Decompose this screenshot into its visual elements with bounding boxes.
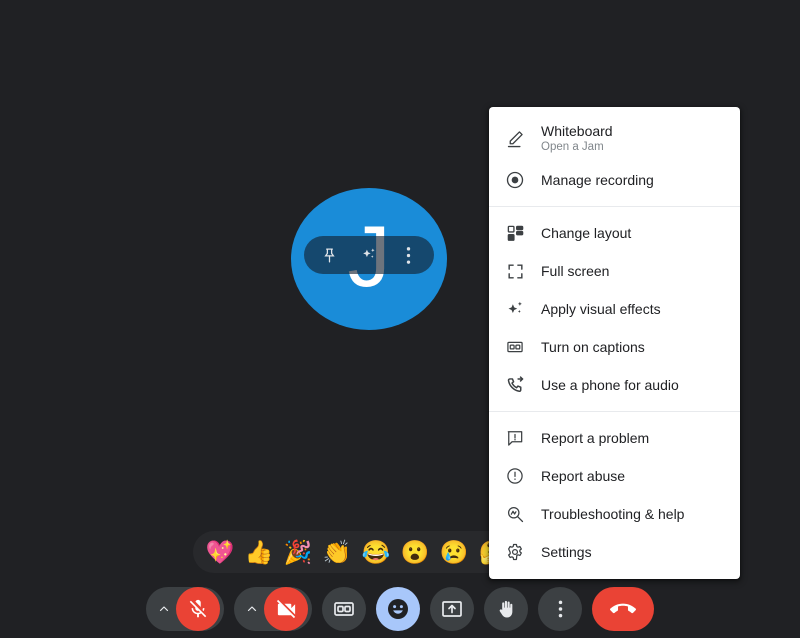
camera-control-group [234,587,312,631]
whiteboard-pencil-icon [503,126,527,150]
menu-item-apply-visual-effects[interactable]: Apply visual effects [489,290,740,328]
menu-divider [489,206,740,207]
menu-item-settings-text: Settings [541,543,592,561]
menu-item-report-abuse-text: Report abuse [541,467,625,485]
menu-item-label: Change layout [541,225,632,241]
menu-item-turn-on-captions[interactable]: Turn on captions [489,328,740,366]
menu-item-whiteboard-text: Whiteboard Open a Jam [541,122,613,155]
thumbs-up-emoji[interactable]: 👍 [242,535,276,569]
visual-effects-icon [503,297,527,321]
captions-icon [503,335,527,359]
record-icon [503,168,527,192]
camera-off-icon[interactable] [264,587,308,631]
tile-hover-controls [304,236,434,274]
change-layout-icon [503,221,527,245]
more-options-menu: Whiteboard Open a Jam Manage recording C… [489,107,740,579]
microphone-control-group [146,587,224,631]
menu-item-label: Use a phone for audio [541,377,679,393]
microphone-chevron-up-icon[interactable] [154,587,174,631]
menu-item-label: Troubleshooting & help [541,506,685,522]
full-screen-icon [503,259,527,283]
menu-item-use-phone-for-audio[interactable]: Use a phone for audio [489,366,740,404]
menu-item-use-phone-for-audio-text: Use a phone for audio [541,376,679,394]
menu-item-troubleshooting-and-help[interactable]: Troubleshooting & help [489,495,740,533]
face-with-tears-of-joy-emoji[interactable]: 😂 [359,535,393,569]
microphone-off-icon[interactable] [176,587,220,631]
raise-hand-icon[interactable] [484,587,528,631]
menu-item-label: Turn on captions [541,339,645,355]
phone-audio-icon [503,373,527,397]
more-options-icon[interactable] [538,587,582,631]
call-controls-bar [0,580,800,638]
emoji-reaction-bar: 💖 👍 🎉 👏 😂 😮 😢 🤔 [193,531,523,573]
participant-tile[interactable]: J [291,188,447,330]
menu-item-label: Apply visual effects [541,301,661,317]
menu-item-label: Whiteboard [541,122,613,139]
menu-item-change-layout[interactable]: Change layout [489,214,740,252]
menu-item-report-a-problem-text: Report a problem [541,429,649,447]
menu-item-sublabel: Open a Jam [541,140,604,153]
menu-item-settings[interactable]: Settings [489,533,740,571]
sparkling-heart-emoji[interactable]: 💖 [203,535,237,569]
menu-item-full-screen-text: Full screen [541,262,609,280]
more-vertical-icon[interactable] [391,238,425,272]
menu-item-report-abuse[interactable]: Report abuse [489,457,740,495]
menu-item-manage-recording[interactable]: Manage recording [489,161,740,199]
crying-face-emoji[interactable]: 😢 [437,535,471,569]
clapping-hands-emoji[interactable]: 👏 [320,535,354,569]
report-problem-icon [503,426,527,450]
meeting-screen: J [0,0,800,638]
visual-effects-icon[interactable] [352,238,386,272]
menu-item-manage-recording-text: Manage recording [541,171,654,189]
camera-chevron-up-icon[interactable] [242,587,262,631]
report-abuse-icon [503,464,527,488]
end-call-icon[interactable] [592,587,654,631]
menu-item-turn-on-captions-text: Turn on captions [541,338,645,356]
pin-icon[interactable] [313,238,347,272]
menu-item-apply-visual-effects-text: Apply visual effects [541,300,661,318]
menu-divider [489,411,740,412]
menu-item-label: Full screen [541,263,610,279]
menu-item-troubleshooting-and-help-text: Troubleshooting & help [541,505,684,523]
menu-item-report-a-problem[interactable]: Report a problem [489,419,740,457]
menu-item-label: Report abuse [541,468,626,484]
party-popper-emoji[interactable]: 🎉 [281,535,315,569]
menu-item-label: Report a problem [541,430,650,446]
menu-item-change-layout-text: Change layout [541,224,631,242]
face-with-open-mouth-emoji[interactable]: 😮 [398,535,432,569]
menu-item-whiteboard[interactable]: Whiteboard Open a Jam [489,115,740,161]
present-screen-icon[interactable] [430,587,474,631]
menu-item-label: Settings [541,544,592,560]
settings-gear-icon [503,540,527,564]
troubleshooting-icon [503,502,527,526]
captions-icon[interactable] [322,587,366,631]
emoji-reaction-icon[interactable] [376,587,420,631]
menu-item-full-screen[interactable]: Full screen [489,252,740,290]
menu-item-label: Manage recording [541,172,654,188]
